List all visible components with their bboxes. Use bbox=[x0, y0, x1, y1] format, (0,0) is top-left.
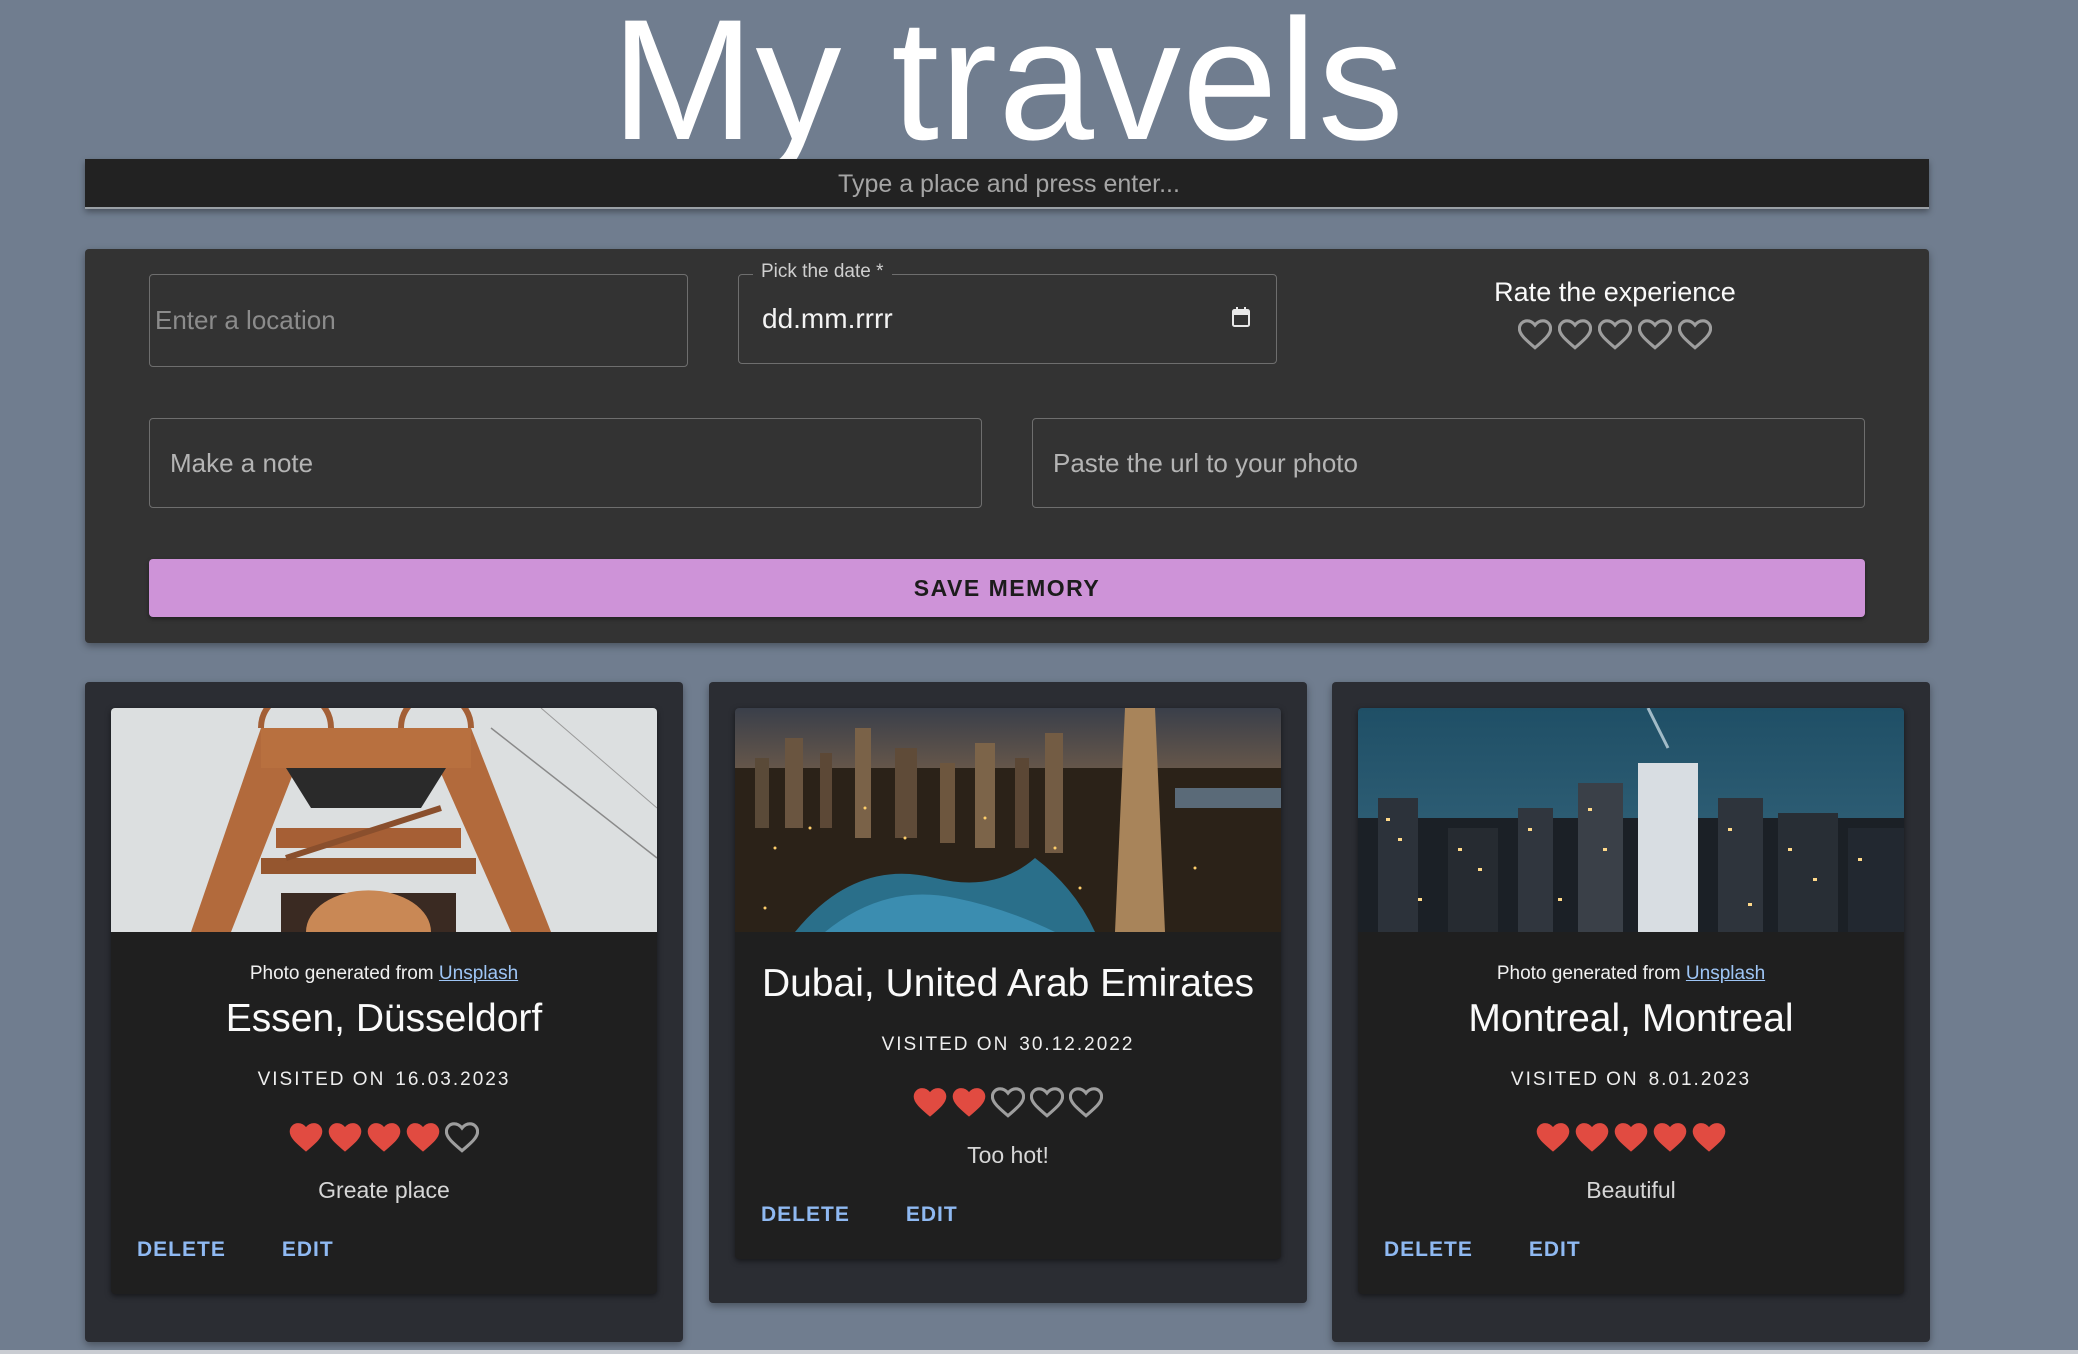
delete-button[interactable]: DELETE bbox=[1384, 1238, 1473, 1262]
location-field bbox=[149, 274, 688, 367]
heart-outline-icon[interactable] bbox=[1518, 318, 1552, 351]
card-actions: DELETE EDIT bbox=[1358, 1204, 1904, 1294]
edit-button[interactable]: EDIT bbox=[1529, 1238, 1581, 1262]
bottom-divider bbox=[0, 1350, 2078, 1354]
memory-card-wrapper: Photo generated from Unsplash Essen, Düs… bbox=[85, 682, 683, 1342]
heart-filled-icon bbox=[367, 1123, 401, 1152]
edit-button[interactable]: EDIT bbox=[906, 1203, 958, 1227]
card-title: Essen, Düsseldorf bbox=[225, 997, 543, 1040]
heart-filled-icon bbox=[1614, 1123, 1648, 1152]
heart-outline-icon bbox=[1069, 1087, 1103, 1118]
card-body: Photo generated from Unsplash Essen, Düs… bbox=[111, 963, 657, 1294]
visited-date: VISITED ON 8.01.2023 bbox=[1358, 1069, 1904, 1091]
credit-text: Photo generated from bbox=[249, 963, 434, 984]
rating-label: Rate the experience bbox=[1494, 277, 1736, 307]
heart-filled-icon bbox=[328, 1123, 362, 1152]
location-input[interactable] bbox=[150, 275, 687, 366]
card-body: Dubai, United Arab Emirates VISITED ON 30… bbox=[735, 962, 1281, 1259]
card-title: Dubai, United Arab Emirates bbox=[761, 962, 1255, 1005]
photo-credit: Photo generated from Unsplash bbox=[1358, 963, 1904, 985]
card-photo bbox=[1358, 708, 1904, 932]
visited-date: VISITED ON 30.12.2022 bbox=[735, 1034, 1281, 1056]
visited-date-value: 8.01.2023 bbox=[1648, 1069, 1752, 1090]
heart-filled-icon bbox=[1692, 1123, 1726, 1152]
page-title: My travels bbox=[611, 0, 1405, 176]
unsplash-link[interactable]: Unsplash bbox=[439, 963, 518, 984]
note-field bbox=[149, 418, 982, 508]
card-photo bbox=[735, 708, 1281, 932]
memory-card-wrapper: Photo generated from Unsplash Montreal, … bbox=[1332, 682, 1930, 1342]
heart-filled-icon bbox=[952, 1088, 986, 1117]
delete-button[interactable]: DELETE bbox=[137, 1238, 226, 1262]
heart-outline-icon[interactable] bbox=[1598, 318, 1632, 351]
heart-outline-icon bbox=[445, 1122, 479, 1153]
card-body: Photo generated from Unsplash Montreal, … bbox=[1358, 963, 1904, 1294]
heart-outline-icon[interactable] bbox=[1678, 318, 1712, 351]
visited-label: VISITED ON bbox=[257, 1069, 386, 1090]
heart-outline-icon[interactable] bbox=[1638, 318, 1672, 351]
visited-label: VISITED ON bbox=[1510, 1069, 1639, 1090]
card-rating bbox=[735, 1086, 1281, 1119]
photo-credit: Photo generated from Unsplash bbox=[111, 963, 657, 985]
card-actions: DELETE EDIT bbox=[735, 1169, 1281, 1259]
search-bar bbox=[85, 159, 1933, 209]
card-rating bbox=[111, 1121, 657, 1154]
visited-label: VISITED ON bbox=[881, 1034, 1010, 1055]
card-actions: DELETE EDIT bbox=[111, 1204, 657, 1294]
calendar-icon[interactable] bbox=[1232, 307, 1250, 327]
heart-filled-icon bbox=[1536, 1123, 1570, 1152]
heart-filled-icon bbox=[913, 1088, 947, 1117]
heart-outline-icon bbox=[991, 1087, 1025, 1118]
delete-button[interactable]: DELETE bbox=[761, 1203, 850, 1227]
search-input[interactable] bbox=[85, 159, 1933, 209]
memory-card: Photo generated from Unsplash Montreal, … bbox=[1358, 708, 1904, 1294]
save-memory-button[interactable]: SAVE MEMORY bbox=[149, 559, 1865, 617]
visited-date: VISITED ON 16.03.2023 bbox=[111, 1069, 657, 1091]
credit-text: Photo generated from bbox=[1496, 963, 1681, 984]
heart-outline-icon bbox=[1030, 1087, 1064, 1118]
card-rating bbox=[1358, 1121, 1904, 1154]
heart-filled-icon bbox=[289, 1123, 323, 1152]
card-note: Beautiful bbox=[1586, 1176, 1676, 1203]
visited-date-value: 30.12.2022 bbox=[1019, 1034, 1135, 1055]
heart-filled-icon bbox=[1575, 1123, 1609, 1152]
rating-control: Rate the experience bbox=[1385, 277, 1845, 351]
card-title: Montreal, Montreal bbox=[1468, 997, 1794, 1040]
memory-form: Pick the date * dd.mm.rrrr Rate the expe… bbox=[85, 249, 1929, 643]
card-photo bbox=[111, 708, 657, 932]
heart-outline-icon[interactable] bbox=[1558, 318, 1592, 351]
photo-url-field bbox=[1032, 418, 1865, 508]
date-field[interactable]: Pick the date * dd.mm.rrrr bbox=[738, 261, 1277, 364]
edit-button[interactable]: EDIT bbox=[282, 1238, 334, 1262]
memory-card: Photo generated from Unsplash Essen, Düs… bbox=[111, 708, 657, 1294]
card-note: Greate place bbox=[318, 1176, 450, 1203]
note-input[interactable] bbox=[150, 419, 981, 507]
visited-date-value: 16.03.2023 bbox=[395, 1069, 511, 1090]
rating-hearts[interactable] bbox=[1385, 318, 1845, 351]
heart-filled-icon bbox=[1653, 1123, 1687, 1152]
photo-url-input[interactable] bbox=[1033, 419, 1864, 507]
card-note: Too hot! bbox=[967, 1141, 1049, 1168]
memory-card-wrapper: Dubai, United Arab Emirates VISITED ON 30… bbox=[709, 682, 1307, 1303]
memory-card: Dubai, United Arab Emirates VISITED ON 30… bbox=[735, 708, 1281, 1259]
date-input[interactable]: dd.mm.rrrr bbox=[762, 275, 893, 363]
unsplash-link[interactable]: Unsplash bbox=[1686, 963, 1765, 984]
heart-filled-icon bbox=[406, 1123, 440, 1152]
